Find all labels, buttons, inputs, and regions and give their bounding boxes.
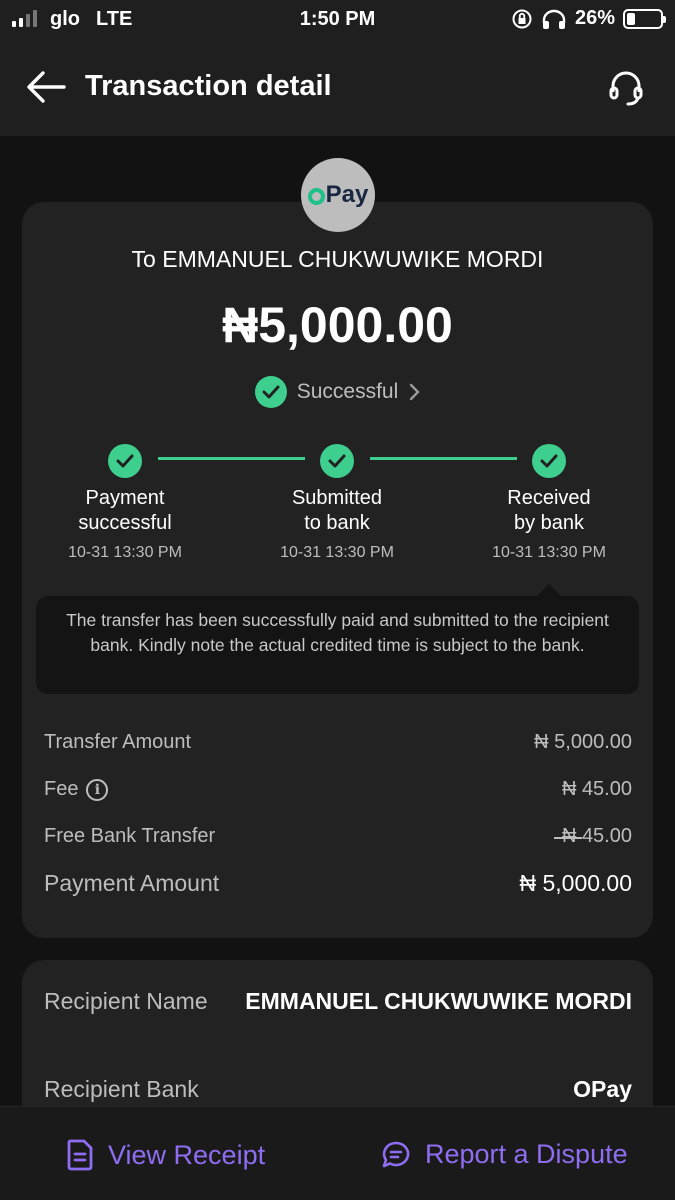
- view-receipt-button[interactable]: View Receipt: [66, 1139, 265, 1171]
- status-label: Successful: [296, 380, 399, 403]
- step-check-icon: [320, 444, 354, 478]
- row-label: Free Bank Transfer: [44, 825, 216, 847]
- opay-logo: Pay: [301, 158, 375, 232]
- success-check-icon: [254, 376, 287, 408]
- status-tooltip: The transfer has been successfully paid …: [36, 584, 639, 694]
- step-label: successful: [78, 512, 172, 534]
- bottom-action-bar: View Receipt Report a Dispute: [0, 1106, 675, 1200]
- report-dispute-label: Report a Dispute: [425, 1139, 628, 1169]
- page-title: Transaction detail: [85, 70, 332, 102]
- headphones-status-icon: [542, 9, 566, 29]
- recipient-name-row: Recipient Name EMMANUEL CHUKWUWIKE MORDI: [44, 988, 632, 1015]
- row-label: Transfer Amount: [44, 731, 192, 753]
- back-arrow-icon[interactable]: [26, 70, 66, 104]
- app-header: Transaction detail: [0, 38, 675, 136]
- row-value: EMMANUEL CHUKWUWIKE MORDI: [245, 988, 632, 1014]
- row-value: ₦ 5,000.00: [519, 870, 632, 896]
- battery-level: [627, 12, 636, 25]
- transfer-amount-row: Transfer Amount ₦ 5,000.00: [44, 731, 632, 754]
- timeline-step-submitted: Submitted to bank 10-31 13:30 PM: [237, 444, 437, 562]
- rotation-lock-icon: [512, 9, 532, 28]
- step-label: by bank: [513, 512, 585, 534]
- free-transfer-row: Free Bank Transfer ₦ 45.00: [44, 825, 632, 848]
- fee-row: Fee i ₦ 45.00: [44, 778, 632, 801]
- customer-support-icon[interactable]: [606, 68, 646, 108]
- recipient-line: To EMMANUEL CHUKWUWIKE MORDI: [131, 246, 544, 272]
- step-timestamp: 10-31 13:30 PM: [280, 544, 394, 561]
- step-timestamp: 10-31 13:30 PM: [492, 544, 606, 561]
- step-label: Received: [507, 487, 591, 509]
- step-label: to bank: [304, 512, 370, 534]
- step-check-icon: [108, 444, 142, 478]
- info-icon[interactable]: i: [86, 778, 109, 801]
- status-link[interactable]: Successful: [0, 376, 675, 408]
- step-label: Payment: [85, 487, 165, 509]
- row-label: Fee: [44, 778, 79, 800]
- row-label: Recipient Name: [44, 988, 208, 1014]
- chevron-right-icon: [410, 383, 420, 401]
- battery-percent: 26%: [574, 7, 615, 29]
- opay-logo-ring: [307, 187, 325, 205]
- battery-icon: [623, 8, 666, 29]
- payment-amount-row: Payment Amount ₦ 5,000.00: [44, 870, 632, 897]
- recipient-bank-row: Recipient Bank OPay: [44, 1076, 632, 1103]
- step-timestamp: 10-31 13:30 PM: [68, 544, 182, 561]
- transaction-amount: ₦5,000.00: [222, 297, 453, 353]
- timeline-step-payment: Payment successful 10-31 13:30 PM: [25, 444, 225, 562]
- timeline-step-received: Received by bank 10-31 13:30 PM: [449, 444, 649, 562]
- row-label: Recipient Bank: [44, 1076, 199, 1102]
- row-value: OPay: [573, 1076, 632, 1102]
- report-dispute-button[interactable]: Report a Dispute: [381, 1139, 628, 1170]
- receipt-icon: [67, 1139, 93, 1171]
- row-value: ₦ 5,000.00: [534, 731, 632, 753]
- view-receipt-label: View Receipt: [108, 1139, 266, 1170]
- step-label: Submitted: [291, 487, 383, 509]
- step-check-icon: [532, 444, 566, 478]
- status-bar: glo LTE 1:50 PM 26%: [0, 0, 675, 38]
- row-value-discount: ₦ 45.00: [553, 825, 632, 847]
- row-value: ₦ 45.00: [561, 778, 632, 800]
- row-label: Payment Amount: [44, 870, 220, 896]
- chat-bubble-icon: [382, 1141, 410, 1167]
